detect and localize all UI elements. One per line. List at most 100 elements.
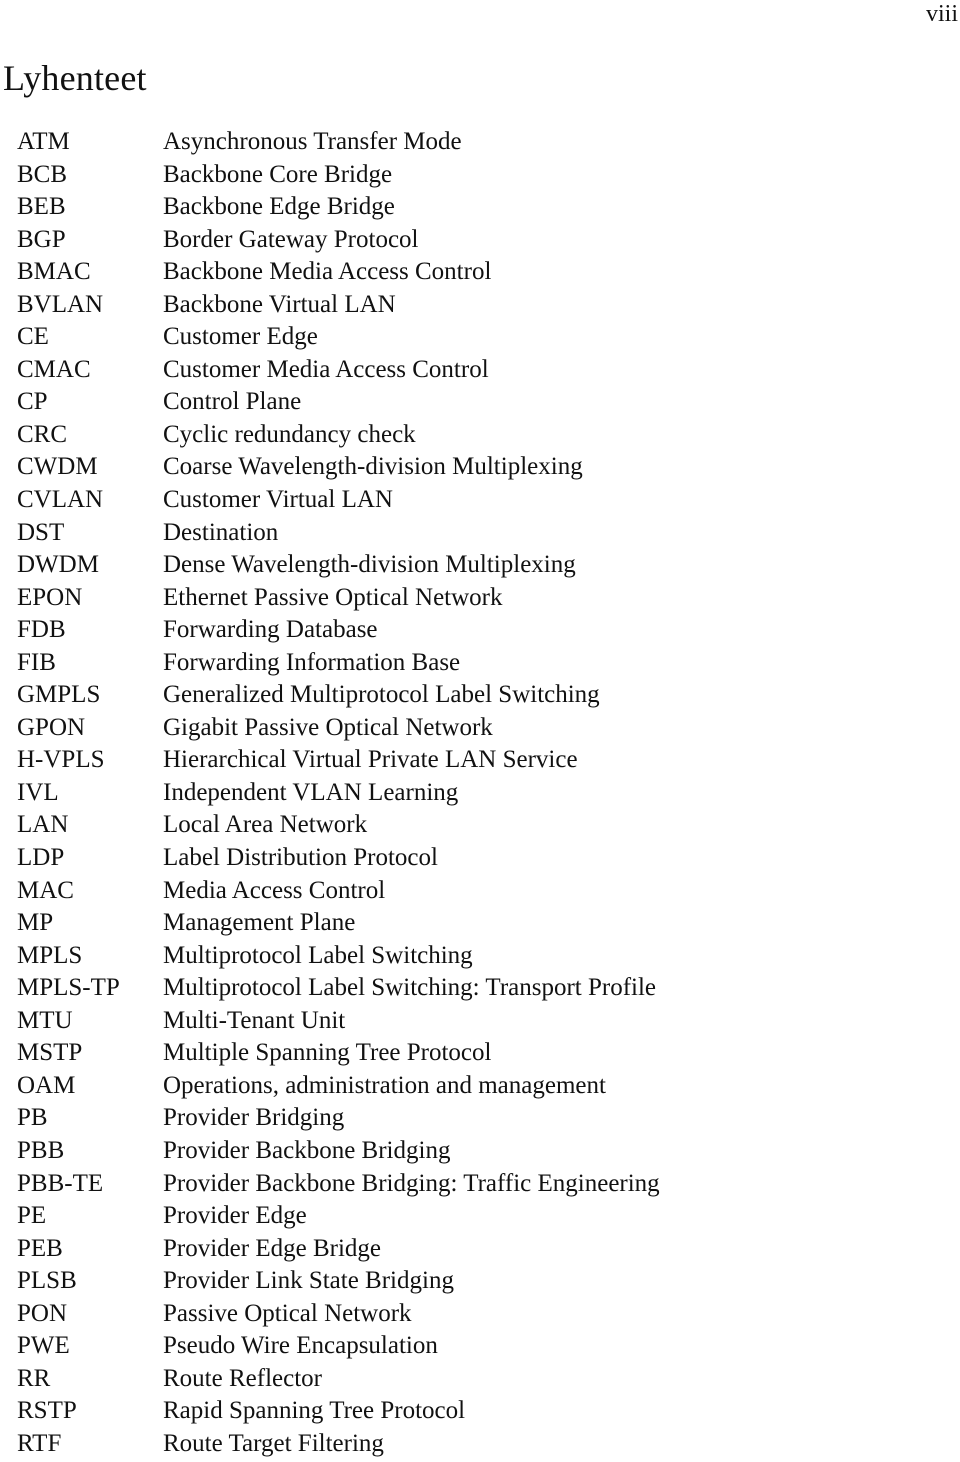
abbreviation-row: BCB Backbone Core Bridge bbox=[17, 159, 660, 192]
abbreviation-definition: Provider Backbone Bridging: Traffic Engi… bbox=[163, 1169, 660, 1197]
abbreviation-row: MPLS Multiprotocol Label Switching bbox=[17, 940, 660, 973]
abbreviation-definition: Forwarding Information Base bbox=[163, 648, 461, 676]
abbreviation-term: RR bbox=[17, 1364, 51, 1392]
abbreviation-term: BEB bbox=[17, 193, 66, 221]
abbreviation-definition: Ethernet Passive Optical Network bbox=[163, 583, 503, 611]
abbreviation-term: PEB bbox=[17, 1234, 63, 1262]
abbreviation-term: PBB-TE bbox=[17, 1169, 104, 1197]
abbreviation-definition: Provider Backbone Bridging bbox=[163, 1136, 451, 1164]
abbreviation-definition: Multiprotocol Label Switching: Transport… bbox=[163, 974, 657, 1002]
abbreviation-term: DWDM bbox=[17, 551, 99, 579]
abbreviation-term: PWE bbox=[17, 1332, 70, 1360]
abbreviation-row: EPON Ethernet Passive Optical Network bbox=[17, 582, 660, 615]
abbreviation-definition: Local Area Network bbox=[163, 811, 368, 839]
abbreviation-definition: Gigabit Passive Optical Network bbox=[163, 713, 493, 741]
abbreviation-row: CP Control Plane bbox=[17, 386, 660, 419]
abbreviation-term: MAC bbox=[17, 876, 74, 904]
abbreviation-row: PB Provider Bridging bbox=[17, 1102, 660, 1135]
abbreviation-term: BMAC bbox=[17, 258, 91, 286]
abbreviation-definition: Operations, administration and managemen… bbox=[163, 1071, 606, 1099]
abbreviation-row: CE Customer Edge bbox=[17, 321, 660, 354]
abbreviation-definition: Provider Link State Bridging bbox=[163, 1267, 454, 1295]
abbreviation-definition: Cyclic redundancy check bbox=[163, 420, 416, 448]
abbreviation-term: GPON bbox=[17, 713, 86, 741]
abbreviation-row: RSTP Rapid Spanning Tree Protocol bbox=[17, 1395, 660, 1428]
abbreviation-definition: Backbone Virtual LAN bbox=[163, 290, 396, 318]
abbreviation-definition: Backbone Media Access Control bbox=[163, 258, 492, 286]
abbreviation-term: LAN bbox=[17, 811, 69, 839]
abbreviation-term: CE bbox=[17, 323, 49, 351]
abbreviation-row: BGP Border Gateway Protocol bbox=[17, 224, 660, 257]
abbreviation-term: EPON bbox=[17, 583, 83, 611]
abbreviation-row: IVL Independent VLAN Learning bbox=[17, 777, 660, 810]
abbreviation-row: BVLAN Backbone Virtual LAN bbox=[17, 289, 660, 322]
abbreviation-row: PON Passive Optical Network bbox=[17, 1298, 660, 1331]
abbreviation-term: BCB bbox=[17, 160, 68, 188]
abbreviation-row: OAM Operations, administration and manage… bbox=[17, 1070, 660, 1103]
abbreviation-term: DST bbox=[17, 518, 65, 546]
abbreviation-row: ATM Asynchronous Transfer Mode bbox=[17, 126, 660, 159]
abbreviation-row: RR Route Reflector bbox=[17, 1363, 660, 1396]
abbreviation-term: GMPLS bbox=[17, 681, 101, 709]
abbreviation-definition: Control Plane bbox=[163, 388, 302, 416]
abbreviation-definition: Backbone Edge Bridge bbox=[163, 193, 395, 221]
abbreviation-definition: Generalized Multiprotocol Label Switchin… bbox=[163, 681, 600, 709]
abbreviation-row: GMPLS Generalized Multiprotocol Label Swi… bbox=[17, 679, 660, 712]
abbreviation-list: ATM Asynchronous Transfer Mode BCB Backbone… bbox=[17, 126, 660, 1460]
abbreviation-row: PLSB Provider Link State Bridging bbox=[17, 1265, 660, 1298]
abbreviation-definition: Media Access Control bbox=[163, 876, 386, 904]
abbreviation-term: PON bbox=[17, 1299, 68, 1327]
abbreviation-row: CMAC Customer Media Access Control bbox=[17, 354, 660, 387]
abbreviation-definition: Multiprotocol Label Switching bbox=[163, 941, 473, 969]
abbreviation-term: CVLAN bbox=[17, 486, 104, 514]
abbreviation-definition: Label Distribution Protocol bbox=[163, 844, 438, 872]
abbreviation-definition: Forwarding Database bbox=[163, 616, 378, 644]
page-title: Lyhenteet bbox=[3, 58, 147, 98]
abbreviation-term: H-VPLS bbox=[17, 746, 105, 774]
abbreviation-row: MTU Multi-Tenant Unit bbox=[17, 1005, 660, 1038]
abbreviation-row: MPLS-TP Multiprotocol Label Switching: Tr… bbox=[17, 972, 660, 1005]
abbreviation-row: RTF Route Target Filtering bbox=[17, 1428, 660, 1461]
abbreviation-row: DWDM Dense Wavelength-division Multiplexi… bbox=[17, 549, 660, 582]
abbreviation-definition: Provider Edge bbox=[163, 1202, 307, 1230]
abbreviation-row: LAN Local Area Network bbox=[17, 809, 660, 842]
abbreviation-row: H-VPLS Hierarchical Virtual Private LAN S… bbox=[17, 744, 660, 777]
abbreviation-definition: Asynchronous Transfer Mode bbox=[163, 128, 462, 155]
abbreviation-row: CWDM Coarse Wavelength-division Multiplex… bbox=[17, 451, 660, 484]
abbreviation-row: MSTP Multiple Spanning Tree Protocol bbox=[17, 1037, 660, 1070]
abbreviation-row: PE Provider Edge bbox=[17, 1200, 660, 1233]
abbreviation-term: LDP bbox=[17, 844, 65, 872]
abbreviation-term: ATM bbox=[17, 128, 70, 155]
abbreviation-term: RTF bbox=[17, 1429, 62, 1457]
abbreviation-term: IVL bbox=[17, 778, 59, 806]
abbreviation-row: FIB Forwarding Information Base bbox=[17, 647, 660, 680]
abbreviation-term: PB bbox=[17, 1104, 48, 1132]
abbreviation-definition: Rapid Spanning Tree Protocol bbox=[163, 1397, 466, 1425]
abbreviation-row: PEB Provider Edge Bridge bbox=[17, 1233, 660, 1266]
abbreviation-definition: Coarse Wavelength-division Multiplexing bbox=[163, 453, 583, 481]
abbreviation-definition: Border Gateway Protocol bbox=[163, 225, 419, 253]
abbreviation-row: CVLAN Customer Virtual LAN bbox=[17, 484, 660, 517]
abbreviation-definition: Route Reflector bbox=[163, 1364, 322, 1392]
abbreviation-definition: Management Plane bbox=[163, 909, 356, 937]
abbreviation-term: CMAC bbox=[17, 355, 91, 383]
abbreviation-definition: Route Target Filtering bbox=[163, 1429, 384, 1457]
abbreviation-term: BVLAN bbox=[17, 290, 104, 318]
abbreviation-term: PBB bbox=[17, 1136, 65, 1164]
abbreviation-term: PE bbox=[17, 1202, 47, 1230]
abbreviation-definition: Multi-Tenant Unit bbox=[163, 1006, 346, 1034]
abbreviation-row: PWE Pseudo Wire Encapsulation bbox=[17, 1330, 660, 1363]
abbreviation-definition: Independent VLAN Learning bbox=[163, 778, 459, 806]
abbreviation-term: BGP bbox=[17, 225, 66, 253]
abbreviation-term: MP bbox=[17, 909, 54, 937]
abbreviation-term: PLSB bbox=[17, 1267, 77, 1295]
abbreviation-definition: Provider Edge Bridge bbox=[163, 1234, 382, 1262]
abbreviation-definition: Backbone Core Bridge bbox=[163, 160, 393, 188]
abbreviation-row: DST Destination bbox=[17, 517, 660, 550]
abbreviation-term: CRC bbox=[17, 420, 68, 448]
abbreviation-row: LDP Label Distribution Protocol bbox=[17, 842, 660, 875]
abbreviation-definition: Pseudo Wire Encapsulation bbox=[163, 1332, 438, 1360]
abbreviation-definition: Destination bbox=[163, 518, 279, 546]
abbreviation-row: PBB Provider Backbone Bridging bbox=[17, 1135, 660, 1168]
abbreviation-term: MSTP bbox=[17, 1039, 83, 1067]
